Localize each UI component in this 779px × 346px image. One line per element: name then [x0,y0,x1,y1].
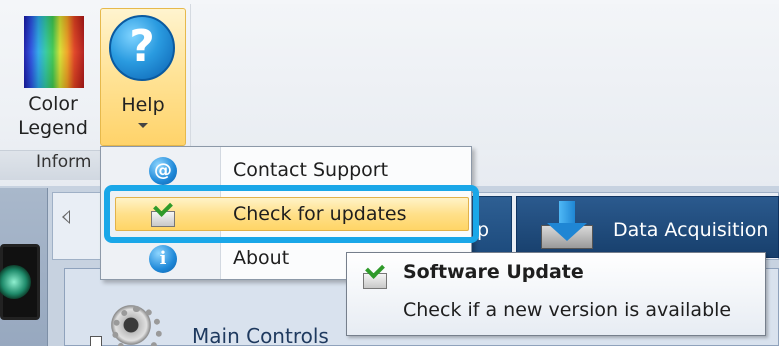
tooltip-description: Check if a new version is available [403,299,732,321]
preview-thumbnail[interactable] [0,244,40,320]
tooltip: Software Update Check if a new version i… [346,252,766,336]
gear-icon [108,302,162,346]
scroll-left-icon[interactable] [62,210,70,224]
menu-item-label: About [233,247,290,269]
tab-partial-label: p [476,219,489,241]
ribbon-group-label: Inform [36,152,92,172]
software-update-icon [149,197,177,229]
info-icon: i [149,245,177,273]
tab-data-acquisition[interactable]: Data Acquisition [516,196,779,258]
tab-data-acquisition-label: Data Acquisition [613,219,769,241]
main-controls-heading: Main Controls [192,324,329,346]
software-update-icon [361,259,389,291]
color-legend-button[interactable]: Color Legend [10,10,96,146]
help-label: Help [121,94,165,116]
color-legend-label-line1: Color [28,93,78,115]
at-sign-icon: @ [149,157,177,185]
tree-expander[interactable] [90,336,102,346]
menu-item-label: Check for updates [233,203,407,225]
menu-item-contact-support[interactable]: @ Contact Support [101,151,471,191]
color-legend-label-line2: Legend [18,117,88,139]
chevron-down-icon [138,123,148,128]
help-icon: ? [109,15,175,81]
ribbon-empty-area [190,4,779,150]
help-button[interactable]: ? Help [100,8,186,146]
download-icon [537,201,597,253]
tooltip-title: Software Update [403,261,584,283]
menu-item-check-for-updates[interactable]: Check for updates [101,195,471,235]
color-gradient-icon [24,16,84,88]
menu-item-label: Contact Support [233,159,389,181]
